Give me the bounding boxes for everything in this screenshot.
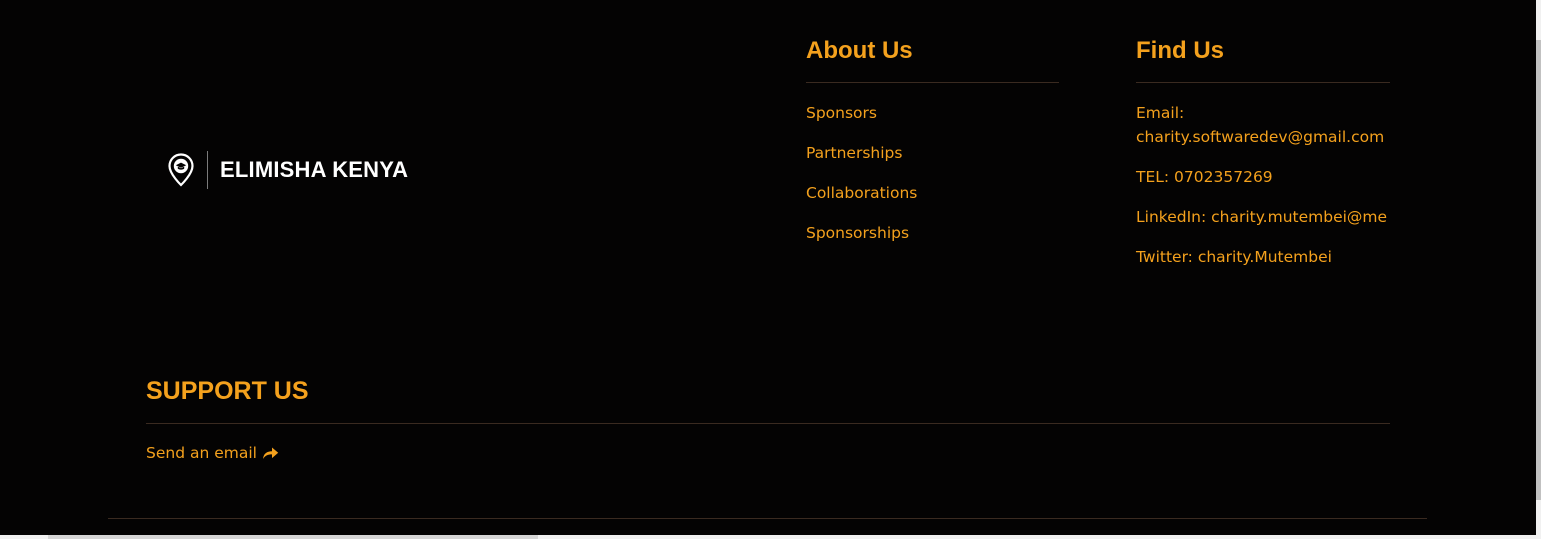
brand-name: ELIMISHA KENYA xyxy=(220,157,409,182)
brand-divider xyxy=(207,151,208,189)
send-email-link[interactable]: Send an email xyxy=(146,441,279,465)
brand-logo[interactable]: ELIMISHA KENYA xyxy=(168,150,408,190)
about-link-sponsors[interactable]: Sponsors xyxy=(806,101,1059,125)
horizontal-scrollbar[interactable] xyxy=(0,535,1536,539)
email-item[interactable]: Email: charity.softwaredev@gmail.com xyxy=(1136,101,1390,149)
about-link-collaborations[interactable]: Collaborations xyxy=(806,181,1059,205)
twitter-item[interactable]: Twitter: charity.Mutembei xyxy=(1136,245,1390,269)
linkedin-item[interactable]: LinkedIn: charity.mutembei@me xyxy=(1136,205,1390,229)
email-value[interactable]: charity.softwaredev@gmail.com xyxy=(1136,128,1384,146)
find-us-column: Find Us Email: charity.softwaredev@gmail… xyxy=(1136,36,1390,285)
send-email-label: Send an email xyxy=(146,444,257,462)
support-us-section: SUPPORT US Send an email xyxy=(146,375,1390,465)
map-pin-graduation-cap-icon xyxy=(168,153,194,187)
vertical-scrollbar-thumb[interactable] xyxy=(1536,40,1541,500)
site-footer: ELIMISHA KENYA About Us Sponsors Partner… xyxy=(0,0,1536,535)
about-us-links: Sponsors Partnerships Collaborations Spo… xyxy=(806,83,1059,245)
footer-bottom-divider xyxy=(108,518,1427,519)
support-us-divider xyxy=(146,423,1390,424)
email-label: Email: xyxy=(1136,104,1185,122)
horizontal-scrollbar-thumb[interactable] xyxy=(48,535,538,539)
about-us-heading: About Us xyxy=(806,37,913,64)
about-us-column: About Us Sponsors Partnerships Collabora… xyxy=(806,36,1059,261)
vertical-scrollbar[interactable] xyxy=(1536,0,1541,539)
phone-item[interactable]: TEL: 0702357269 xyxy=(1136,165,1390,189)
find-us-heading: Find Us xyxy=(1136,37,1224,64)
share-arrow-icon xyxy=(262,447,279,459)
contact-info-list: Email: charity.softwaredev@gmail.com TEL… xyxy=(1136,83,1390,269)
about-link-partnerships[interactable]: Partnerships xyxy=(806,141,1059,165)
about-link-sponsorships[interactable]: Sponsorships xyxy=(806,221,1059,245)
support-us-heading: SUPPORT US xyxy=(146,377,309,405)
